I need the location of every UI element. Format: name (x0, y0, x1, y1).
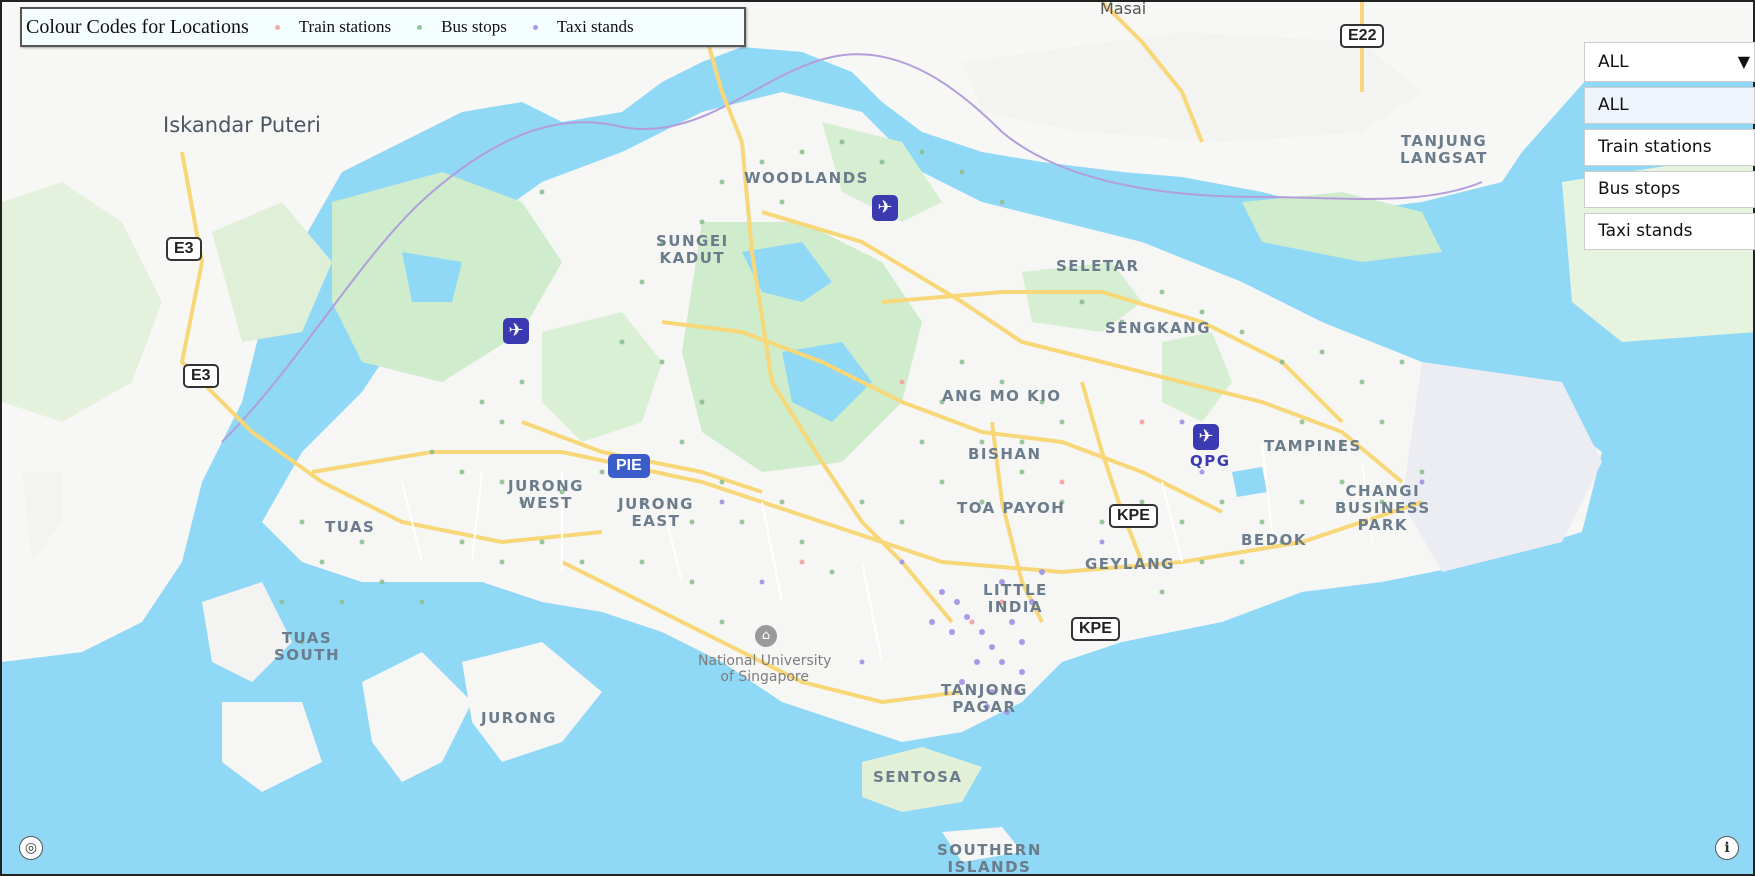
map-legend: Colour Codes for Locations Train station… (20, 7, 746, 47)
place-changi-business-park: CHANGI BUSINESS PARK (1335, 482, 1431, 534)
dropdown-selected-label: ALL (1598, 52, 1629, 72)
legend-entry-taxi-stands: Taxi stands (532, 17, 634, 37)
info-icon[interactable]: i (1715, 836, 1739, 860)
place-woodlands: WOODLANDS (744, 169, 869, 187)
map-canvas[interactable]: Masai Iskandar Puteri WOODLANDS SUNGEI K… (0, 0, 1755, 876)
place-jurong-east: JURONG EAST (618, 495, 694, 530)
road-shield-e3: E3 (166, 237, 202, 261)
place-tampines: TAMPINES (1264, 437, 1362, 455)
place-sengkang: SENGKANG (1105, 319, 1212, 337)
dropdown-selected[interactable]: ALL ▼ (1584, 42, 1755, 82)
place-southern-islands: SOUTHERN ISLANDS (937, 841, 1042, 876)
university-icon: ⌂ (755, 625, 777, 647)
road-shield-e22: E22 (1340, 24, 1385, 48)
airport-icon: ✈ (1193, 424, 1219, 450)
place-ang-mo-kio: ANG MO KIO (942, 387, 1062, 405)
place-bedok: BEDOK (1241, 531, 1308, 549)
place-nus: National University of Singapore (698, 653, 832, 685)
road-shield-pie: PIE (608, 454, 650, 478)
dropdown-option-all[interactable]: ALL (1584, 87, 1755, 124)
location-filter-dropdown[interactable]: ALL ▼ ALL Train stations Bus stops Taxi … (1584, 42, 1755, 250)
airport-icon: ✈ (872, 195, 898, 221)
place-tanjong-pagar: TANJONG PAGAR (941, 681, 1028, 716)
place-sentosa: SENTOSA (873, 768, 963, 786)
place-jurong: JURONG (481, 709, 557, 727)
place-bishan: BISHAN (968, 445, 1042, 463)
compass-icon[interactable]: ◎ (19, 836, 43, 860)
place-toa-payoh: TOA PAYOH (957, 499, 1066, 517)
road-shield-kpe: KPE (1109, 504, 1158, 528)
legend-label: Bus stops (441, 17, 507, 36)
dropdown-option-train-stations[interactable]: Train stations (1584, 129, 1755, 166)
legend-dot-icon (274, 24, 280, 30)
place-seletar: SELETAR (1056, 257, 1140, 275)
place-tuas: TUAS (325, 518, 376, 536)
legend-title: Colour Codes for Locations (26, 15, 249, 38)
place-sungei-kadut: SUNGEI KADUT (656, 232, 729, 267)
dropdown-option-bus-stops[interactable]: Bus stops (1584, 171, 1755, 208)
place-tuas-south: TUAS SOUTH (274, 629, 341, 664)
place-jurong-west: JURONG WEST (508, 477, 584, 512)
place-little-india: LITTLE INDIA (983, 581, 1048, 616)
chevron-down-icon[interactable]: ▼ (1738, 43, 1750, 81)
airport-icon: ✈ (503, 318, 529, 344)
legend-dot-icon (417, 24, 423, 30)
place-qpg: QPG (1190, 452, 1231, 470)
legend-entry-bus-stops: Bus stops (417, 17, 507, 37)
place-tanjung-langsat: TANJUNG LANGSAT (1400, 132, 1489, 167)
dropdown-option-taxi-stands[interactable]: Taxi stands (1584, 213, 1755, 250)
legend-entry-train-stations: Train stations (274, 17, 392, 37)
legend-label: Taxi stands (556, 17, 634, 36)
place-masai: Masai (1100, 0, 1147, 18)
legend-dot-icon (532, 24, 538, 30)
road-shield-kpe: KPE (1071, 617, 1120, 641)
place-iskandar-puteri: Iskandar Puteri (163, 113, 321, 137)
road-shield-e3: E3 (183, 364, 219, 388)
place-geylang: GEYLANG (1085, 555, 1175, 573)
legend-label: Train stations (298, 17, 392, 36)
